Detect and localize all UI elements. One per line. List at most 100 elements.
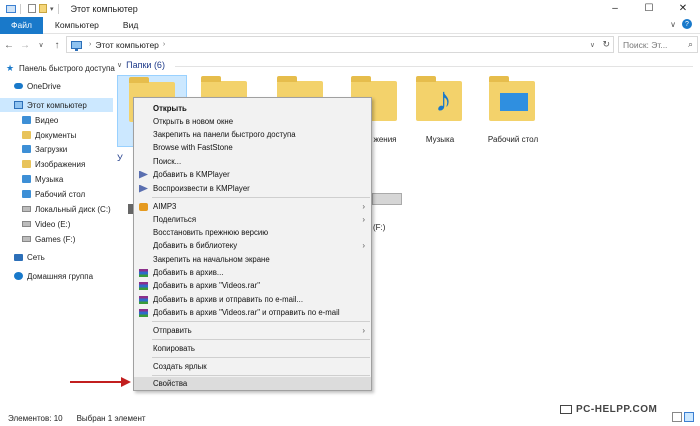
- menu-item-videos-rar-email[interactable]: Добавить в архив "Videos.rar" и отправит…: [134, 306, 371, 319]
- menu-label: AIMP3: [153, 202, 177, 211]
- annotation-arrow: [70, 381, 122, 383]
- view-buttons: [672, 412, 694, 422]
- menu-label: Открыть: [153, 104, 187, 113]
- collapse-chevron-icon[interactable]: ∨: [117, 61, 122, 69]
- nav-desktop[interactable]: Рабочий стол: [0, 187, 113, 201]
- winrar-icon: [139, 308, 148, 317]
- menu-label: Восстановить прежнюю версию: [153, 228, 269, 237]
- computer-icon: [14, 101, 23, 109]
- nav-drive-e[interactable]: Video (E:): [0, 217, 113, 231]
- refresh-icon[interactable]: ↻: [602, 39, 610, 50]
- menu-item-send-to[interactable]: Отправить ›: [134, 324, 371, 337]
- drive-icon: [22, 206, 31, 212]
- menu-item-add-kmplayer[interactable]: Добавить в KMPlayer: [134, 168, 371, 181]
- search-input[interactable]: Поиск: Эт... ⌕: [618, 36, 698, 53]
- folders-header-label: Папки (6): [126, 60, 165, 70]
- winrar-icon: [139, 281, 148, 290]
- menu-item-pin-start[interactable]: Закрепить на начальном экране: [134, 253, 371, 266]
- nav-music[interactable]: Музыка: [0, 172, 113, 186]
- menu-item-faststone[interactable]: Browse with FastStone: [134, 141, 371, 154]
- menu-separator: [152, 375, 370, 376]
- menu-item-add-videos-rar[interactable]: Добавить в архив "Videos.rar": [134, 279, 371, 292]
- menu-item-archive-email[interactable]: Добавить в архив и отправить по e-mail..…: [134, 293, 371, 306]
- kmplayer-icon: [139, 184, 148, 193]
- details-view-icon[interactable]: [672, 412, 682, 422]
- address-bar[interactable]: › Этот компьютер › ∨ ↻: [66, 36, 614, 53]
- menu-label: Открыть в новом окне: [153, 117, 234, 126]
- nav-label: Video (E:): [35, 219, 71, 229]
- desktop-screen-icon: [500, 93, 528, 111]
- folders-section-header[interactable]: ∨ Папки (6): [117, 60, 165, 70]
- folder-music[interactable]: ♪ Музыка: [405, 75, 475, 147]
- star-icon: ★: [6, 62, 15, 73]
- drive-icon[interactable]: [372, 193, 402, 205]
- menu-item-play-kmplayer[interactable]: Воспроизвести в KMPlayer: [134, 182, 371, 195]
- minimize-button[interactable]: –: [598, 0, 632, 17]
- nav-onedrive[interactable]: OneDrive: [0, 79, 113, 93]
- section-divider: [175, 66, 693, 67]
- nav-label: Games (F:): [35, 234, 76, 244]
- menu-label: Browse with FastStone: [153, 143, 233, 152]
- menu-label: Добавить в архив "Videos.rar" и отправит…: [153, 308, 340, 317]
- explorer-icon[interactable]: [6, 4, 16, 13]
- forward-button[interactable]: →: [18, 38, 32, 52]
- quick-access-dropdown-icon[interactable]: ▾: [50, 5, 54, 13]
- folder-desktop[interactable]: Рабочий стол: [478, 75, 548, 147]
- help-icon[interactable]: ?: [682, 19, 692, 29]
- devices-section-header[interactable]: У: [117, 153, 123, 163]
- nav-documents[interactable]: Документы: [0, 128, 113, 142]
- navigation-bar: ← → ∨ ↑ › Этот компьютер › ∨ ↻ Поиск: Эт…: [0, 36, 700, 54]
- nav-quick-access[interactable]: ★ Панель быстрого доступа: [0, 61, 115, 75]
- nav-drive-f[interactable]: Games (F:): [0, 232, 113, 246]
- tab-file[interactable]: Файл: [0, 16, 43, 34]
- menu-label: Создать ярлык: [153, 362, 207, 371]
- menu-item-share[interactable]: Поделиться ›: [134, 213, 371, 226]
- menu-item-properties[interactable]: Свойства: [134, 377, 371, 390]
- close-button[interactable]: ✕: [666, 0, 700, 17]
- menu-item-create-shortcut[interactable]: Создать ярлык: [134, 360, 371, 373]
- folder-label: Музыка: [425, 135, 455, 144]
- nav-drive-c[interactable]: Локальный диск (C:): [0, 202, 113, 216]
- ribbon-right-controls: ∨ ?: [670, 19, 692, 29]
- window-controls: – ☐ ✕: [598, 0, 700, 17]
- nav-video[interactable]: Видео: [0, 113, 113, 127]
- selected-count: Выбран 1 элемент: [76, 413, 146, 423]
- submenu-arrow-icon: ›: [362, 241, 365, 250]
- up-button[interactable]: ↑: [50, 38, 64, 52]
- nav-this-pc[interactable]: Этот компьютер: [0, 98, 113, 112]
- breadcrumb-this-pc[interactable]: Этот компьютер: [95, 40, 159, 50]
- address-dropdown-icon[interactable]: ∨: [590, 41, 595, 49]
- nav-homegroup[interactable]: Домашняя группа: [0, 269, 113, 283]
- menu-item-open-new-window[interactable]: Открыть в новом окне: [134, 115, 371, 128]
- menu-separator: [152, 357, 370, 358]
- menu-item-open[interactable]: Открыть: [134, 102, 371, 115]
- menu-separator: [152, 321, 370, 322]
- menu-item-aimp3[interactable]: AIMP3 ›: [134, 200, 371, 213]
- menu-item-add-archive[interactable]: Добавить в архив...: [134, 266, 371, 279]
- tiles-view-icon[interactable]: [684, 412, 694, 422]
- nav-downloads[interactable]: Загрузки: [0, 142, 113, 156]
- back-button[interactable]: ←: [2, 38, 16, 52]
- menu-label: Отправить: [153, 326, 192, 335]
- tab-computer[interactable]: Компьютер: [43, 17, 111, 34]
- new-folder-quick-icon[interactable]: [39, 4, 47, 13]
- menu-item-search[interactable]: Поиск...: [134, 155, 371, 168]
- properties-quick-icon[interactable]: [28, 4, 36, 13]
- menu-item-add-to-library[interactable]: Добавить в библиотеку ›: [134, 239, 371, 252]
- nav-pictures[interactable]: Изображения: [0, 157, 113, 171]
- menu-label: Добавить в архив "Videos.rar": [153, 281, 261, 290]
- drive-icon: [22, 221, 31, 227]
- breadcrumb-chevron-icon-2[interactable]: ›: [163, 41, 165, 48]
- monitor-icon: [560, 405, 572, 414]
- breadcrumb-chevron-icon[interactable]: ›: [89, 41, 91, 48]
- nav-network[interactable]: Сеть: [0, 250, 113, 264]
- tab-view[interactable]: Вид: [111, 17, 150, 34]
- menu-item-restore-previous[interactable]: Восстановить прежнюю версию: [134, 226, 371, 239]
- recent-locations-button[interactable]: ∨: [34, 38, 48, 52]
- menu-item-pin-quick-access[interactable]: Закрепить на панели быстрого доступа: [134, 128, 371, 141]
- nav-label: Домашняя группа: [27, 271, 94, 281]
- menu-item-copy[interactable]: Копировать: [134, 342, 371, 355]
- search-icon: ⌕: [687, 39, 693, 49]
- maximize-button[interactable]: ☐: [632, 0, 666, 17]
- expand-ribbon-icon[interactable]: ∨: [670, 20, 676, 29]
